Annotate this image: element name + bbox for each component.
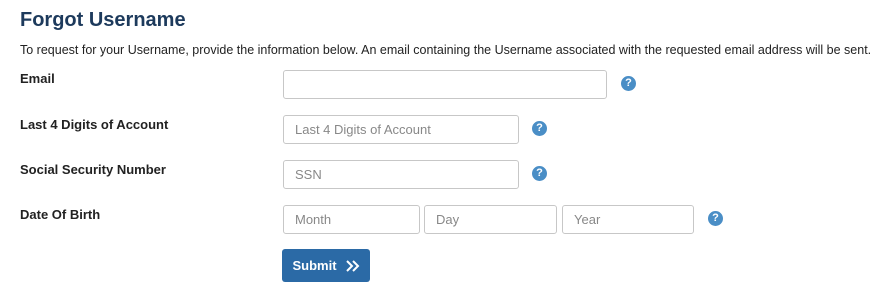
- intro-text: To request for your Username, provide th…: [20, 43, 872, 57]
- dob-year-input[interactable]: [562, 205, 694, 234]
- page-title: Forgot Username: [20, 9, 186, 31]
- email-label: Email: [20, 71, 55, 86]
- submit-label: Submit: [292, 258, 337, 273]
- ssn-label: Social Security Number: [20, 162, 166, 177]
- email-help-icon[interactable]: ?: [621, 76, 636, 91]
- dob-month-input[interactable]: [283, 205, 420, 234]
- submit-button[interactable]: Submit: [282, 249, 370, 282]
- account-digits-input[interactable]: [283, 115, 519, 144]
- ssn-input[interactable]: [283, 160, 519, 189]
- account-digits-label: Last 4 Digits of Account: [20, 117, 169, 132]
- ssn-help-icon[interactable]: ?: [532, 166, 547, 181]
- dob-day-input[interactable]: [424, 205, 557, 234]
- dob-help-icon[interactable]: ?: [708, 211, 723, 226]
- email-input[interactable]: [283, 70, 607, 99]
- dob-label: Date Of Birth: [20, 207, 101, 222]
- double-chevron-right-icon: [345, 259, 360, 272]
- account-digits-help-icon[interactable]: ?: [532, 121, 547, 136]
